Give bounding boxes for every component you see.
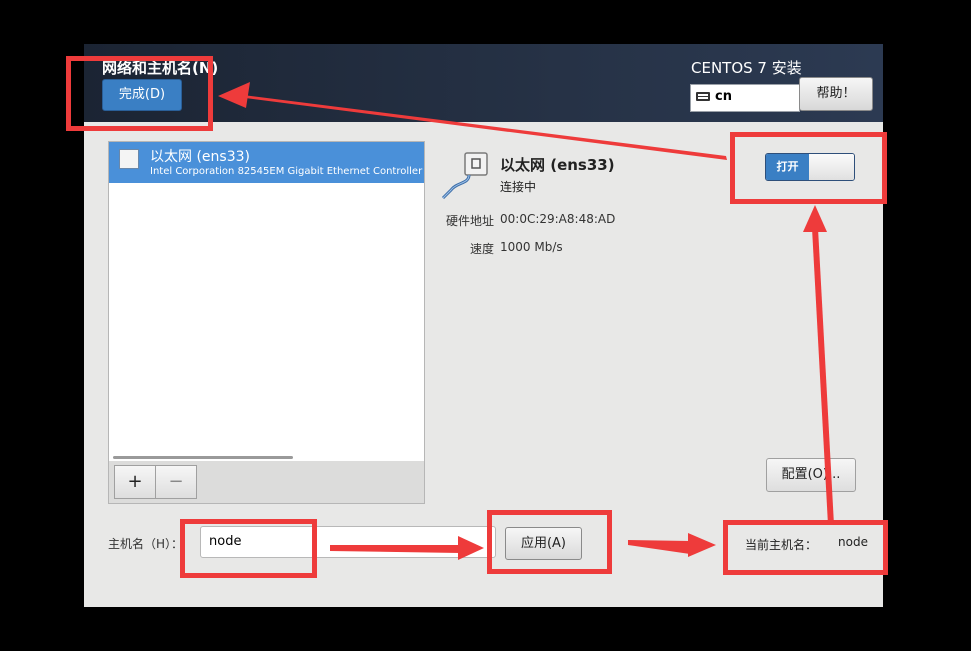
arrow-head-current bbox=[688, 533, 716, 557]
arrow-head-done bbox=[218, 82, 250, 108]
arrow-input-to-apply bbox=[330, 541, 460, 553]
annotation-arrows bbox=[218, 82, 834, 560]
arrow-apply-to-current bbox=[628, 536, 690, 554]
arrow-toggle-to-done bbox=[222, 85, 727, 160]
arrow-up-to-toggle bbox=[812, 228, 834, 525]
arrow-head-toggle bbox=[803, 205, 827, 232]
arrow-head-apply bbox=[458, 536, 484, 560]
